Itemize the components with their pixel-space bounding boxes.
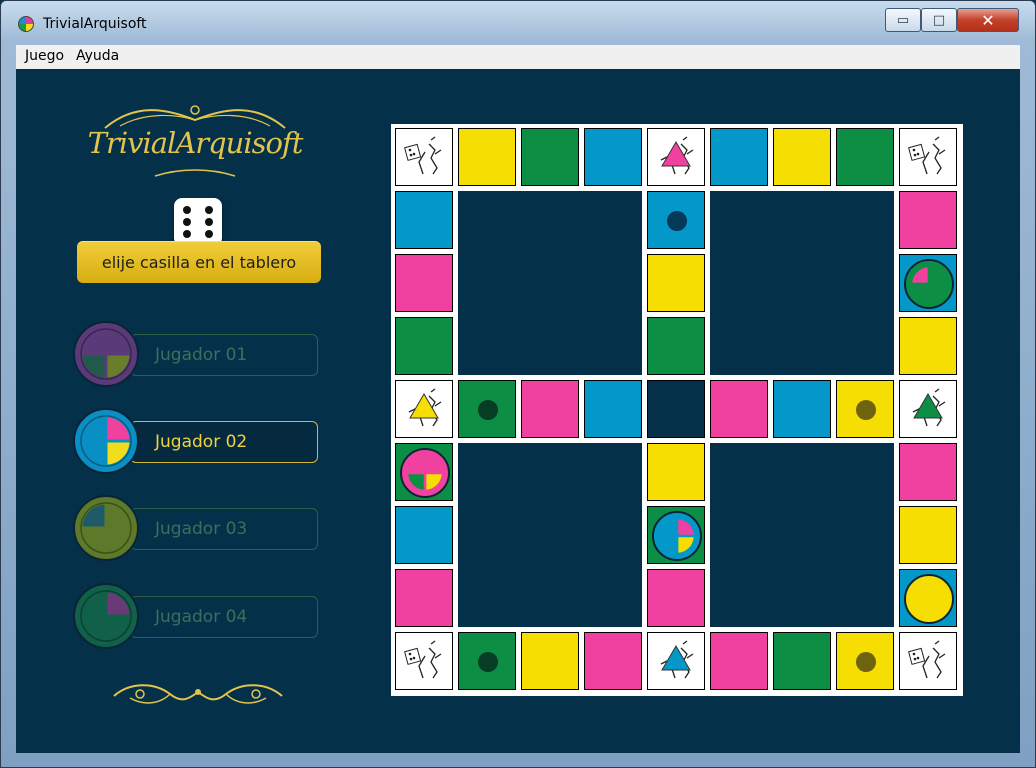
window-title: TrivialArquisoft	[43, 16, 147, 32]
player-panel-3: Jugador 03	[72, 492, 322, 562]
board-cell[interactable]	[899, 317, 957, 375]
board-cell[interactable]	[773, 128, 831, 186]
board-interior	[710, 443, 894, 627]
board-cell[interactable]	[647, 569, 705, 627]
board-cell[interactable]	[899, 443, 957, 501]
player-name: Jugador 03	[130, 508, 318, 550]
board-cell[interactable]	[899, 569, 957, 627]
board-cell[interactable]	[647, 632, 705, 690]
board-cell[interactable]	[899, 632, 957, 690]
board-cell[interactable]	[899, 254, 957, 312]
board-cell[interactable]	[899, 128, 957, 186]
board-cell[interactable]	[710, 380, 768, 438]
board-cell[interactable]	[395, 254, 453, 312]
board-dot-icon	[478, 400, 498, 420]
board-cell[interactable]	[521, 632, 579, 690]
player-token-icon	[400, 448, 450, 498]
board-cell[interactable]	[773, 632, 831, 690]
maximize-button[interactable]: □	[921, 8, 957, 32]
player-panel-1: Jugador 01	[72, 318, 322, 388]
player-token-icon	[904, 259, 954, 309]
player-name: Jugador 04	[130, 596, 318, 638]
board-dot-icon	[856, 400, 876, 420]
menu-juego[interactable]: Juego	[25, 48, 64, 64]
board-cell[interactable]	[773, 380, 831, 438]
board-cell[interactable]	[395, 191, 453, 249]
board-cell[interactable]	[647, 254, 705, 312]
board-cell[interactable]	[647, 128, 705, 186]
player-token-icon	[73, 321, 139, 387]
board-cell[interactable]	[899, 506, 957, 564]
menu-bar: Juego Ayuda	[16, 45, 1020, 70]
dice-figure-icon	[908, 640, 946, 679]
board-cell[interactable]	[395, 380, 453, 438]
board-cell[interactable]	[395, 506, 453, 564]
board-cell[interactable]	[836, 380, 894, 438]
game-board	[391, 124, 963, 696]
logo: TrivialArquisoft	[85, 98, 305, 184]
player-token-icon	[73, 583, 139, 649]
board-cell[interactable]	[395, 128, 453, 186]
board-cell[interactable]	[647, 191, 705, 249]
category-wedge-icon	[660, 136, 694, 175]
board-cell[interactable]	[710, 128, 768, 186]
app-icon	[18, 16, 34, 32]
player-token-icon	[652, 511, 702, 561]
board-interior	[710, 191, 894, 375]
board-cell[interactable]	[395, 632, 453, 690]
menu-ayuda[interactable]: Ayuda	[76, 48, 119, 64]
board-dot-icon	[478, 652, 498, 672]
board-cell[interactable]	[647, 317, 705, 375]
board-cell[interactable]	[458, 632, 516, 690]
board-cell[interactable]	[395, 569, 453, 627]
title-bar[interactable]: TrivialArquisoft ▭ □ ✕	[1, 1, 1035, 41]
player-name: Jugador 02	[130, 421, 318, 463]
player-token-icon	[73, 408, 139, 474]
dice-figure-icon	[404, 640, 442, 679]
flourish-icon	[110, 680, 286, 708]
board-cell[interactable]	[395, 317, 453, 375]
board-cell[interactable]	[458, 128, 516, 186]
board-dot-icon	[856, 652, 876, 672]
board-cell[interactable]	[899, 380, 957, 438]
player-name: Jugador 01	[130, 334, 318, 376]
board-cell[interactable]	[647, 380, 705, 438]
player-panel-2: Jugador 02	[72, 405, 322, 475]
board-cell[interactable]	[836, 128, 894, 186]
board-cell[interactable]	[521, 128, 579, 186]
board-cell[interactable]	[395, 443, 453, 501]
board-cell[interactable]	[647, 506, 705, 564]
close-button[interactable]: ✕	[957, 8, 1019, 32]
status-message: elije casilla en el tablero	[77, 241, 321, 283]
board-cell[interactable]	[584, 380, 642, 438]
category-wedge-icon	[408, 388, 442, 427]
board-cell[interactable]	[899, 191, 957, 249]
board-cell[interactable]	[710, 632, 768, 690]
board-cell[interactable]	[521, 380, 579, 438]
category-wedge-icon	[660, 640, 694, 679]
dice-icon[interactable]	[174, 198, 222, 246]
board-cell[interactable]	[647, 443, 705, 501]
board-cell[interactable]	[584, 128, 642, 186]
player-token-icon	[73, 495, 139, 561]
dice-figure-icon	[404, 136, 442, 175]
board-cell[interactable]	[458, 380, 516, 438]
logo-text: TrivialArquisoft	[87, 126, 304, 160]
board-cell[interactable]	[836, 632, 894, 690]
minimize-button[interactable]: ▭	[885, 8, 921, 32]
board-cell[interactable]	[584, 632, 642, 690]
category-wedge-icon	[912, 388, 946, 427]
player-token-icon	[904, 574, 954, 624]
board-interior	[458, 443, 642, 627]
board-dot-icon	[667, 211, 687, 231]
dice-figure-icon	[908, 136, 946, 175]
board-interior	[458, 191, 642, 375]
player-panel-4: Jugador 04	[72, 580, 322, 650]
